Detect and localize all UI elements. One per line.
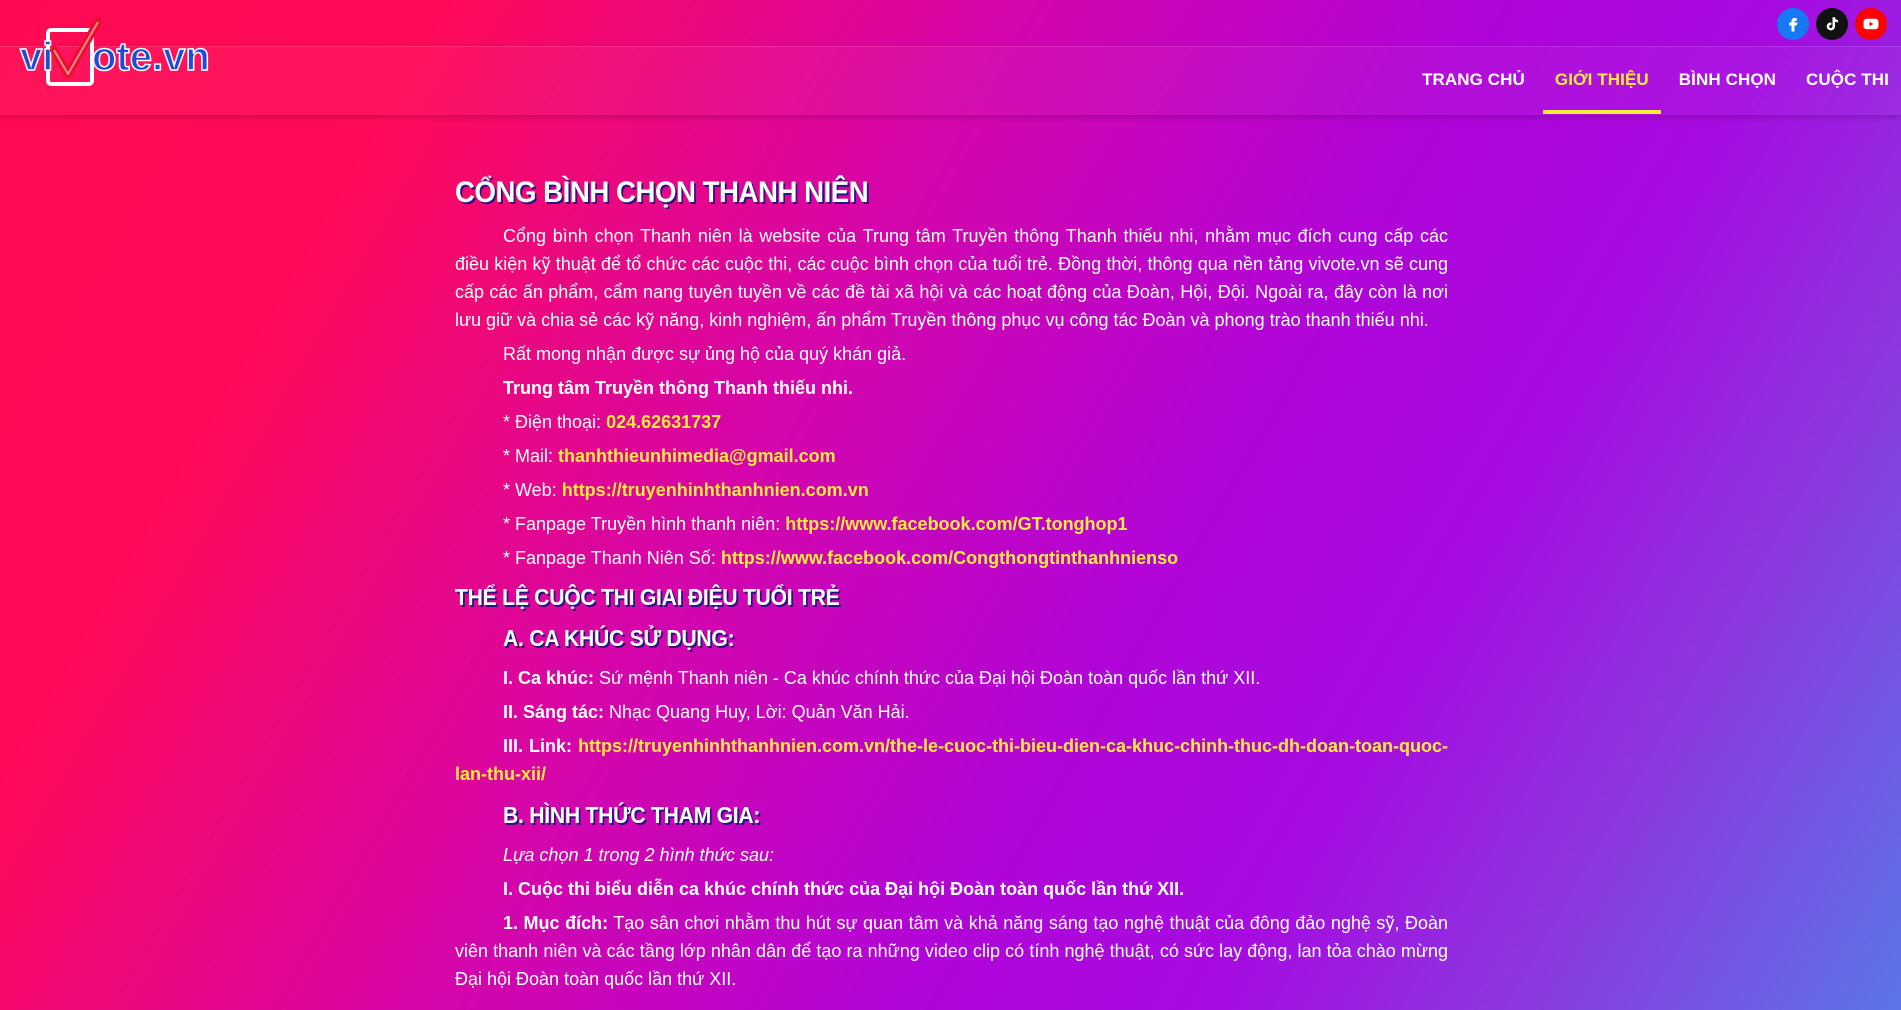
contest1-text: I. Cuộc thi biểu diễn ca khúc chính thức… [503, 879, 1185, 899]
contest-1-heading: I. Cuộc thi biểu diễn ca khúc chính thức… [455, 875, 1448, 903]
mail-label: * Mail: [503, 446, 559, 466]
song-label: I. Ca khúc: [503, 668, 595, 688]
top-bar [0, 0, 1901, 46]
svg-text:vi: vi [20, 35, 53, 79]
contact-mail: * Mail: thanhthieunhimedia@gmail.com [455, 442, 1448, 470]
choose-italic: Lựa chọn 1 trong 2 hình thức sau: [503, 845, 774, 865]
nav-contest[interactable]: CUỘC THI [1794, 46, 1901, 114]
thanks-text: Rất mong nhận được sự ủng hộ của quý khá… [503, 344, 907, 364]
facebook-icon[interactable] [1777, 8, 1809, 40]
choose-text: Lựa chọn 1 trong 2 hình thức sau: [455, 841, 1448, 869]
intro-paragraph: Cổng bình chọn Thanh niên là website của… [455, 226, 1448, 330]
composer-label: II. Sáng tác: [503, 702, 605, 722]
page-title: CỔNG BÌNH CHỌN THANH NIÊN [455, 176, 869, 209]
mail-link[interactable]: thanhthieunhimedia@gmail.com [558, 446, 836, 466]
web-link[interactable]: https://truyenhinhthanhnien.com.vn [562, 480, 869, 500]
phone-label: * Điện thoại: [503, 412, 607, 432]
web-label: * Web: [503, 480, 562, 500]
rules-heading: THỂ LỆ CUỘC THI GIAI ĐIỆU TUỔI TRẺ [455, 584, 840, 610]
social-links [1777, 8, 1887, 40]
purpose-label: 1. Mục đích: [503, 913, 609, 933]
nav-home[interactable]: TRANG CHỦ [1410, 46, 1537, 114]
fanpage2-link[interactable]: https://www.facebook.com/Congthongtintha… [721, 548, 1178, 568]
rules-link[interactable]: https://truyenhinhthanhnien.com.vn/the-l… [455, 736, 1448, 784]
link-label: III. Link: [503, 736, 579, 756]
phone-value[interactable]: 024.62631737 [606, 412, 721, 432]
song-line: I. Ca khúc: Sứ mệnh Thanh niên - Ca khúc… [455, 664, 1448, 692]
song-text: Sứ mệnh Thanh niên - Ca khúc chính thức … [594, 668, 1261, 688]
nav-vote[interactable]: BÌNH CHỌN [1667, 46, 1788, 114]
section-b-heading: B. HÌNH THỨC THAM GIA: [503, 802, 761, 828]
main-content: CỔNG BÌNH CHỌN THANH NIÊN Cổng bình chọn… [455, 176, 1448, 999]
org-name: Trung tâm Truyền thông Thanh thiếu nhi. [455, 374, 1448, 402]
nav-about[interactable]: GIỚI THIỆU [1542, 46, 1661, 114]
contact-web: * Web: https://truyenhinhthanhnien.com.v… [455, 476, 1448, 504]
fanpage2-label: * Fanpage Thanh Niên Số: [503, 548, 721, 568]
tiktok-icon[interactable] [1816, 8, 1848, 40]
composer-text: Nhạc Quang Huy, Lời: Quản Văn Hải. [604, 702, 910, 722]
main-nav: TRANG CHỦ GIỚI THIỆU BÌNH CHỌN CUỘC THI [1410, 46, 1901, 114]
section-a-heading: A. CA KHÚC SỬ DỤNG: [503, 625, 735, 651]
contact-fanpage-1: * Fanpage Truyền hình thanh niên: https:… [455, 510, 1448, 538]
link-line: III. Link: https://truyenhinhthanhnien.c… [455, 732, 1448, 788]
contact-phone: * Điện thoại: 024.62631737 [455, 408, 1448, 436]
site-logo[interactable]: vi ote.vn [18, 18, 214, 90]
svg-text:ote.vn: ote.vn [92, 35, 210, 79]
fanpage1-link[interactable]: https://www.facebook.com/GT.tonghop1 [785, 514, 1127, 534]
youtube-icon[interactable] [1855, 8, 1887, 40]
composer-line: II. Sáng tác: Nhạc Quang Huy, Lời: Quản … [455, 698, 1448, 726]
purpose-paragraph: 1. Mục đích: Tạo sân chơi nhằm thu hút s… [455, 909, 1448, 993]
fanpage1-label: * Fanpage Truyền hình thanh niên: [503, 514, 786, 534]
contact-fanpage-2: * Fanpage Thanh Niên Số: https://www.fac… [455, 544, 1448, 572]
org-name-text: Trung tâm Truyền thông Thanh thiếu nhi. [503, 378, 853, 398]
